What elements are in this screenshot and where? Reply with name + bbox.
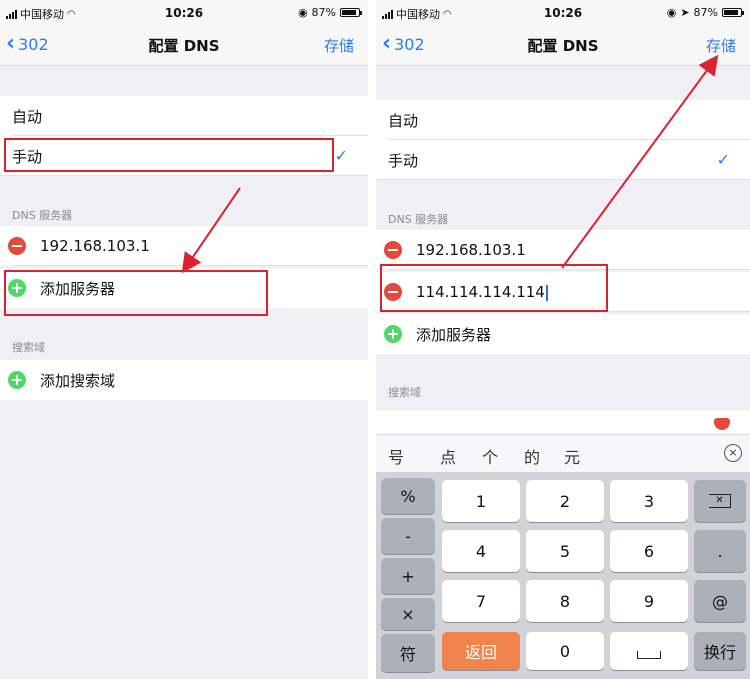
key-percent[interactable]: % — [381, 478, 435, 514]
key-plus[interactable]: + — [381, 558, 435, 594]
battery-percent: 87% — [693, 6, 718, 19]
mode-option-label: 自动 — [388, 111, 419, 130]
mode-option-label: 手动 — [388, 151, 419, 170]
battery-icon — [722, 8, 744, 17]
dns-section-header: DNS 服务器 — [12, 209, 73, 222]
location-icon: ➤ — [680, 6, 690, 19]
key-digit[interactable]: 9 — [610, 580, 688, 622]
backspace-icon: ✕ — [709, 494, 731, 508]
save-button[interactable]: 存储 — [324, 35, 354, 56]
add-search-domain-label: 添加搜索域 — [40, 371, 116, 390]
left-screenshot: 中国移动 ◠ 10:26 ◉ 87% ‹ 302 配置 DNS 存储 自动 手动… — [0, 0, 368, 679]
key-digit[interactable]: 2 — [526, 480, 604, 522]
plus-circle-icon[interactable] — [384, 325, 402, 343]
key-digit[interactable]: 8 — [526, 580, 604, 622]
status-bar: 中国移动 ◠ 10:26 ◉ ➤ 87% — [376, 0, 750, 26]
candidate-word[interactable]: 号 — [388, 444, 404, 468]
add-search-domain-row[interactable]: 添加搜索域 — [0, 360, 368, 400]
key-digit[interactable]: 6 — [610, 530, 688, 572]
mode-option-manual[interactable]: 手动 ✓ — [376, 140, 750, 180]
key-multiply[interactable]: × — [381, 598, 435, 630]
key-digit[interactable]: 3 — [610, 480, 688, 522]
nav-bar: ‹ 302 配置 DNS 存储 — [376, 26, 750, 66]
search-domain-header: 搜索域 — [388, 386, 421, 399]
add-server-label: 添加服务器 — [416, 325, 492, 344]
minus-circle-icon[interactable] — [384, 241, 402, 259]
numeric-keyboard: % - + × 符 1 2 3 4 5 6 7 8 9 返回 0 ✕ . @ 换… — [376, 472, 750, 679]
right-screenshot: 中国移动 ◠ 10:26 ◉ ➤ 87% ‹ 302 配置 DNS 存储 自动 … — [376, 0, 750, 679]
highlight-manual — [4, 138, 334, 172]
key-digit[interactable]: 1 — [442, 480, 520, 522]
key-dot[interactable]: . — [694, 530, 746, 572]
key-digit[interactable]: 0 — [526, 632, 604, 670]
panel-divider — [368, 0, 376, 679]
key-back[interactable]: 返回 — [442, 632, 520, 670]
mode-option-label: 自动 — [12, 107, 43, 126]
mode-option-auto[interactable]: 自动 — [376, 100, 750, 140]
key-delete[interactable]: ✕ — [694, 480, 746, 522]
space-icon — [637, 651, 661, 659]
highlight-new-dns — [380, 264, 608, 312]
candidate-word[interactable]: 的 — [524, 444, 540, 468]
orientation-lock-icon: ◉ — [666, 6, 677, 19]
page-title: 配置 DNS — [148, 37, 220, 55]
highlight-add-server — [4, 270, 268, 316]
search-domain-header: 搜索域 — [12, 341, 45, 354]
key-digit[interactable]: 4 — [442, 530, 520, 572]
clear-icon[interactable]: × — [724, 444, 742, 462]
minus-circle-icon[interactable] — [8, 237, 26, 255]
candidate-word[interactable]: 点 — [440, 444, 456, 468]
candidate-word[interactable]: 元 — [564, 444, 580, 468]
dns-server-address: 192.168.103.1 — [416, 241, 526, 259]
dns-section-header: DNS 服务器 — [388, 213, 449, 226]
candidate-word[interactable]: 个 — [482, 444, 498, 468]
key-minus[interactable]: - — [381, 518, 435, 554]
add-server-row[interactable]: 添加服务器 — [376, 314, 750, 354]
status-bar: 中国移动 ◠ 10:26 ◉ 87% — [0, 0, 368, 26]
candidate-bar: 号 点 个 的 元 × — [376, 434, 750, 472]
key-space[interactable] — [610, 632, 688, 670]
battery-percent: 87% — [311, 6, 336, 19]
page-title: 配置 DNS — [527, 37, 599, 55]
dns-server-row[interactable]: 192.168.103.1 — [0, 226, 368, 266]
plus-circle-icon[interactable] — [8, 371, 26, 389]
checkmark-icon: ✓ — [334, 146, 348, 165]
search-domain-row-partial — [376, 410, 750, 434]
checkmark-icon: ✓ — [716, 150, 730, 169]
battery-icon — [340, 8, 362, 17]
key-digit[interactable]: 5 — [526, 530, 604, 572]
key-newline[interactable]: 换行 — [694, 632, 746, 670]
save-button[interactable]: 存储 — [706, 35, 736, 56]
dns-server-address: 192.168.103.1 — [40, 237, 150, 255]
nav-bar: ‹ 302 配置 DNS 存储 — [0, 26, 368, 66]
key-at[interactable]: @ — [694, 580, 746, 622]
mode-option-auto[interactable]: 自动 — [0, 96, 368, 136]
key-digit[interactable]: 7 — [442, 580, 520, 622]
orientation-lock-icon: ◉ — [297, 6, 308, 19]
key-symbols[interactable]: 符 — [381, 634, 435, 672]
